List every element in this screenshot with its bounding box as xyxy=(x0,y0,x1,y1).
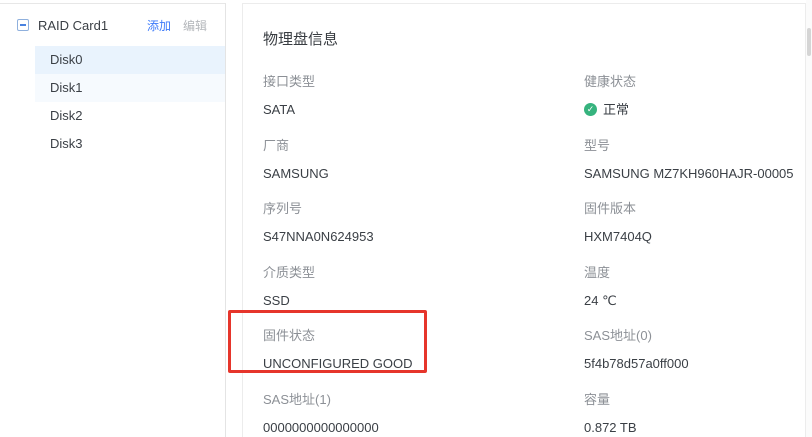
field-firmware-state: 固件状态 UNCONFIGURED GOOD xyxy=(263,325,584,389)
field-media-type: 介质类型 SSD xyxy=(263,262,584,326)
health-status-text: 正常 xyxy=(603,101,629,118)
field-firmware-version: 固件版本 HXM7404Q xyxy=(584,198,805,262)
field-label: 固件版本 xyxy=(584,200,805,217)
collapse-minus-icon[interactable] xyxy=(17,19,29,31)
field-value: 0000000000000000 xyxy=(263,419,584,436)
tree-node-raid-card1[interactable]: RAID Card1 添加 编辑 xyxy=(0,4,225,46)
field-value: SAMSUNG MZ7KH960HAJR-00005 xyxy=(584,165,805,182)
field-value: UNCONFIGURED GOOD xyxy=(263,355,584,372)
field-label: 健康状态 xyxy=(584,73,805,90)
physical-disk-info-card: 物理盘信息 接口类型 SATA 健康状态 ✓ 正常 厂商 SAMSUNG 型号 … xyxy=(242,3,806,437)
field-model: 型号 SAMSUNG MZ7KH960HAJR-00005 xyxy=(584,135,805,199)
field-label: 型号 xyxy=(584,137,805,154)
disk-list: Disk0 Disk1 Disk2 Disk3 xyxy=(35,46,225,158)
page-title: 物理盘信息 xyxy=(263,28,805,49)
field-capacity: 容量 0.872 TB xyxy=(584,389,805,437)
field-value: S47NNA0N624953 xyxy=(263,228,584,245)
field-label: SAS地址(0) xyxy=(584,327,805,344)
raid-card-label: RAID Card1 xyxy=(38,18,147,33)
field-sas-address-0: SAS地址(0) 5f4b78d57a0ff000 xyxy=(584,325,805,389)
field-label: 厂商 xyxy=(263,137,584,154)
field-temperature: 温度 24 ℃ xyxy=(584,262,805,326)
success-check-icon: ✓ xyxy=(584,103,597,116)
field-value: SATA xyxy=(263,101,584,118)
field-value: 5f4b78d57a0ff000 xyxy=(584,355,805,372)
field-value: 0.872 TB xyxy=(584,419,805,436)
field-sas-address-1: SAS地址(1) 0000000000000000 xyxy=(263,389,584,437)
field-interface-type: 接口类型 SATA xyxy=(263,71,584,135)
vertical-scrollbar[interactable] xyxy=(806,0,812,437)
field-value: ✓ 正常 xyxy=(584,101,805,118)
disk-item-disk1[interactable]: Disk1 xyxy=(35,74,225,102)
raid-tree-sidebar: RAID Card1 添加 编辑 Disk0 Disk1 Disk2 Disk3 xyxy=(0,3,226,437)
scrollbar-thumb[interactable] xyxy=(807,28,811,56)
field-label: SAS地址(1) xyxy=(263,391,584,408)
field-label: 容量 xyxy=(584,391,805,408)
disk-item-disk3[interactable]: Disk3 xyxy=(35,130,225,158)
physical-disk-page: RAID Card1 添加 编辑 Disk0 Disk1 Disk2 Disk3… xyxy=(0,0,812,437)
add-link[interactable]: 添加 xyxy=(147,17,171,34)
field-serial-number: 序列号 S47NNA0N624953 xyxy=(263,198,584,262)
field-value: 24 ℃ xyxy=(584,292,805,309)
field-value: SSD xyxy=(263,292,584,309)
field-vendor: 厂商 SAMSUNG xyxy=(263,135,584,199)
field-value: HXM7404Q xyxy=(584,228,805,245)
field-value: SAMSUNG xyxy=(263,165,584,182)
field-health-status: 健康状态 ✓ 正常 xyxy=(584,71,805,135)
field-label: 固件状态 xyxy=(263,327,584,344)
disk-item-disk2[interactable]: Disk2 xyxy=(35,102,225,130)
disk-item-disk0[interactable]: Disk0 xyxy=(35,46,225,74)
edit-link[interactable]: 编辑 xyxy=(183,17,207,34)
field-label: 温度 xyxy=(584,264,805,281)
field-grid: 接口类型 SATA 健康状态 ✓ 正常 厂商 SAMSUNG 型号 SAMSUN… xyxy=(263,71,805,437)
field-label: 介质类型 xyxy=(263,264,584,281)
field-label: 接口类型 xyxy=(263,73,584,90)
field-label: 序列号 xyxy=(263,200,584,217)
